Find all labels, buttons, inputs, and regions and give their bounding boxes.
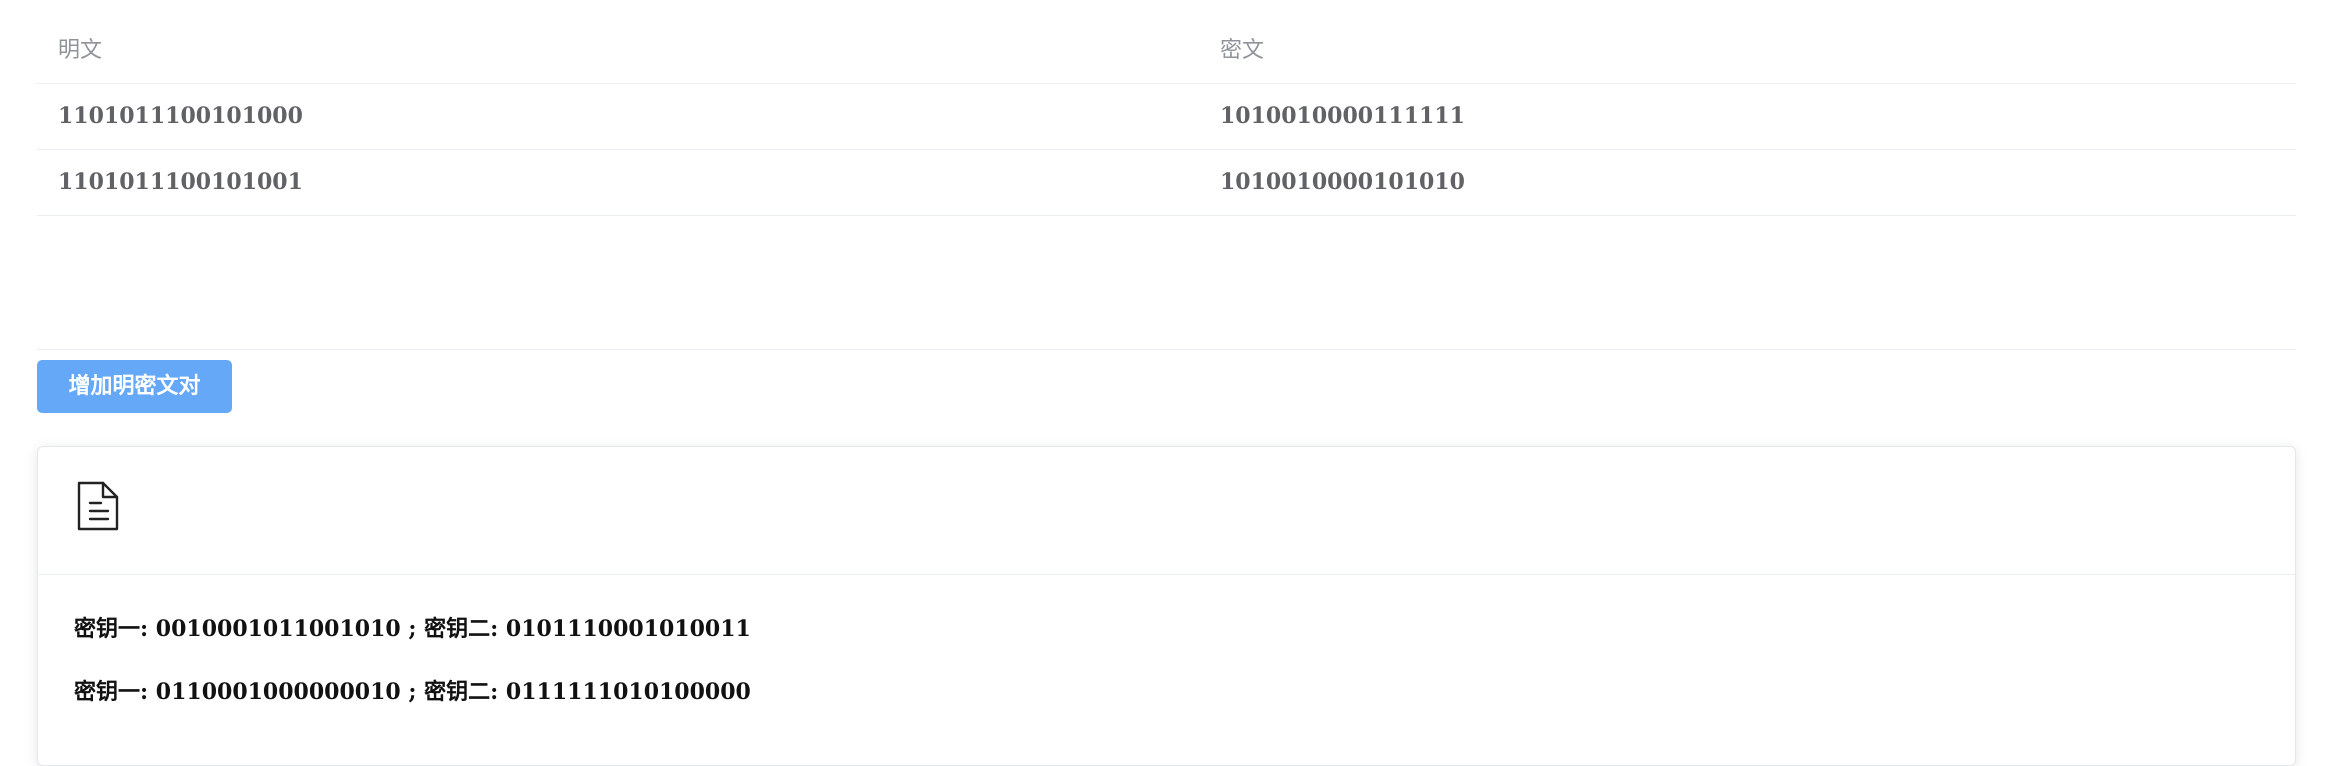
ciphertext-cell: 1010010000101010 <box>1220 169 1465 195</box>
result-card-header <box>38 447 2295 575</box>
section-divider <box>37 349 2296 350</box>
table-header-row: 明文 密文 <box>37 18 2296 84</box>
plaintext-cell: 1101011100101001 <box>58 169 303 195</box>
key-pair-result: 密钥一: 0010001011001010 ; 密钥二: 01011100010… <box>74 616 751 642</box>
key-pair-result: 密钥一: 0110001000000010 ; 密钥二: 01111110101… <box>74 679 751 705</box>
result-card: 密钥一: 0010001011001010 ; 密钥二: 01011100010… <box>37 446 2296 766</box>
plaintext-cell: 1101011100101000 <box>58 103 303 129</box>
plaintext-ciphertext-table: 明文 密文 1101011100101000 1010010000111111 … <box>37 18 2296 216</box>
header-ciphertext: 密文 <box>1220 38 1265 63</box>
table-row: 1101011100101001 1010010000101010 <box>37 150 2296 216</box>
document-icon <box>77 481 119 531</box>
header-plaintext: 明文 <box>58 38 103 63</box>
add-pair-button[interactable]: 增加明密文对 <box>37 360 232 413</box>
table-row: 1101011100101000 1010010000111111 <box>37 84 2296 150</box>
ciphertext-cell: 1010010000111111 <box>1220 103 1465 129</box>
